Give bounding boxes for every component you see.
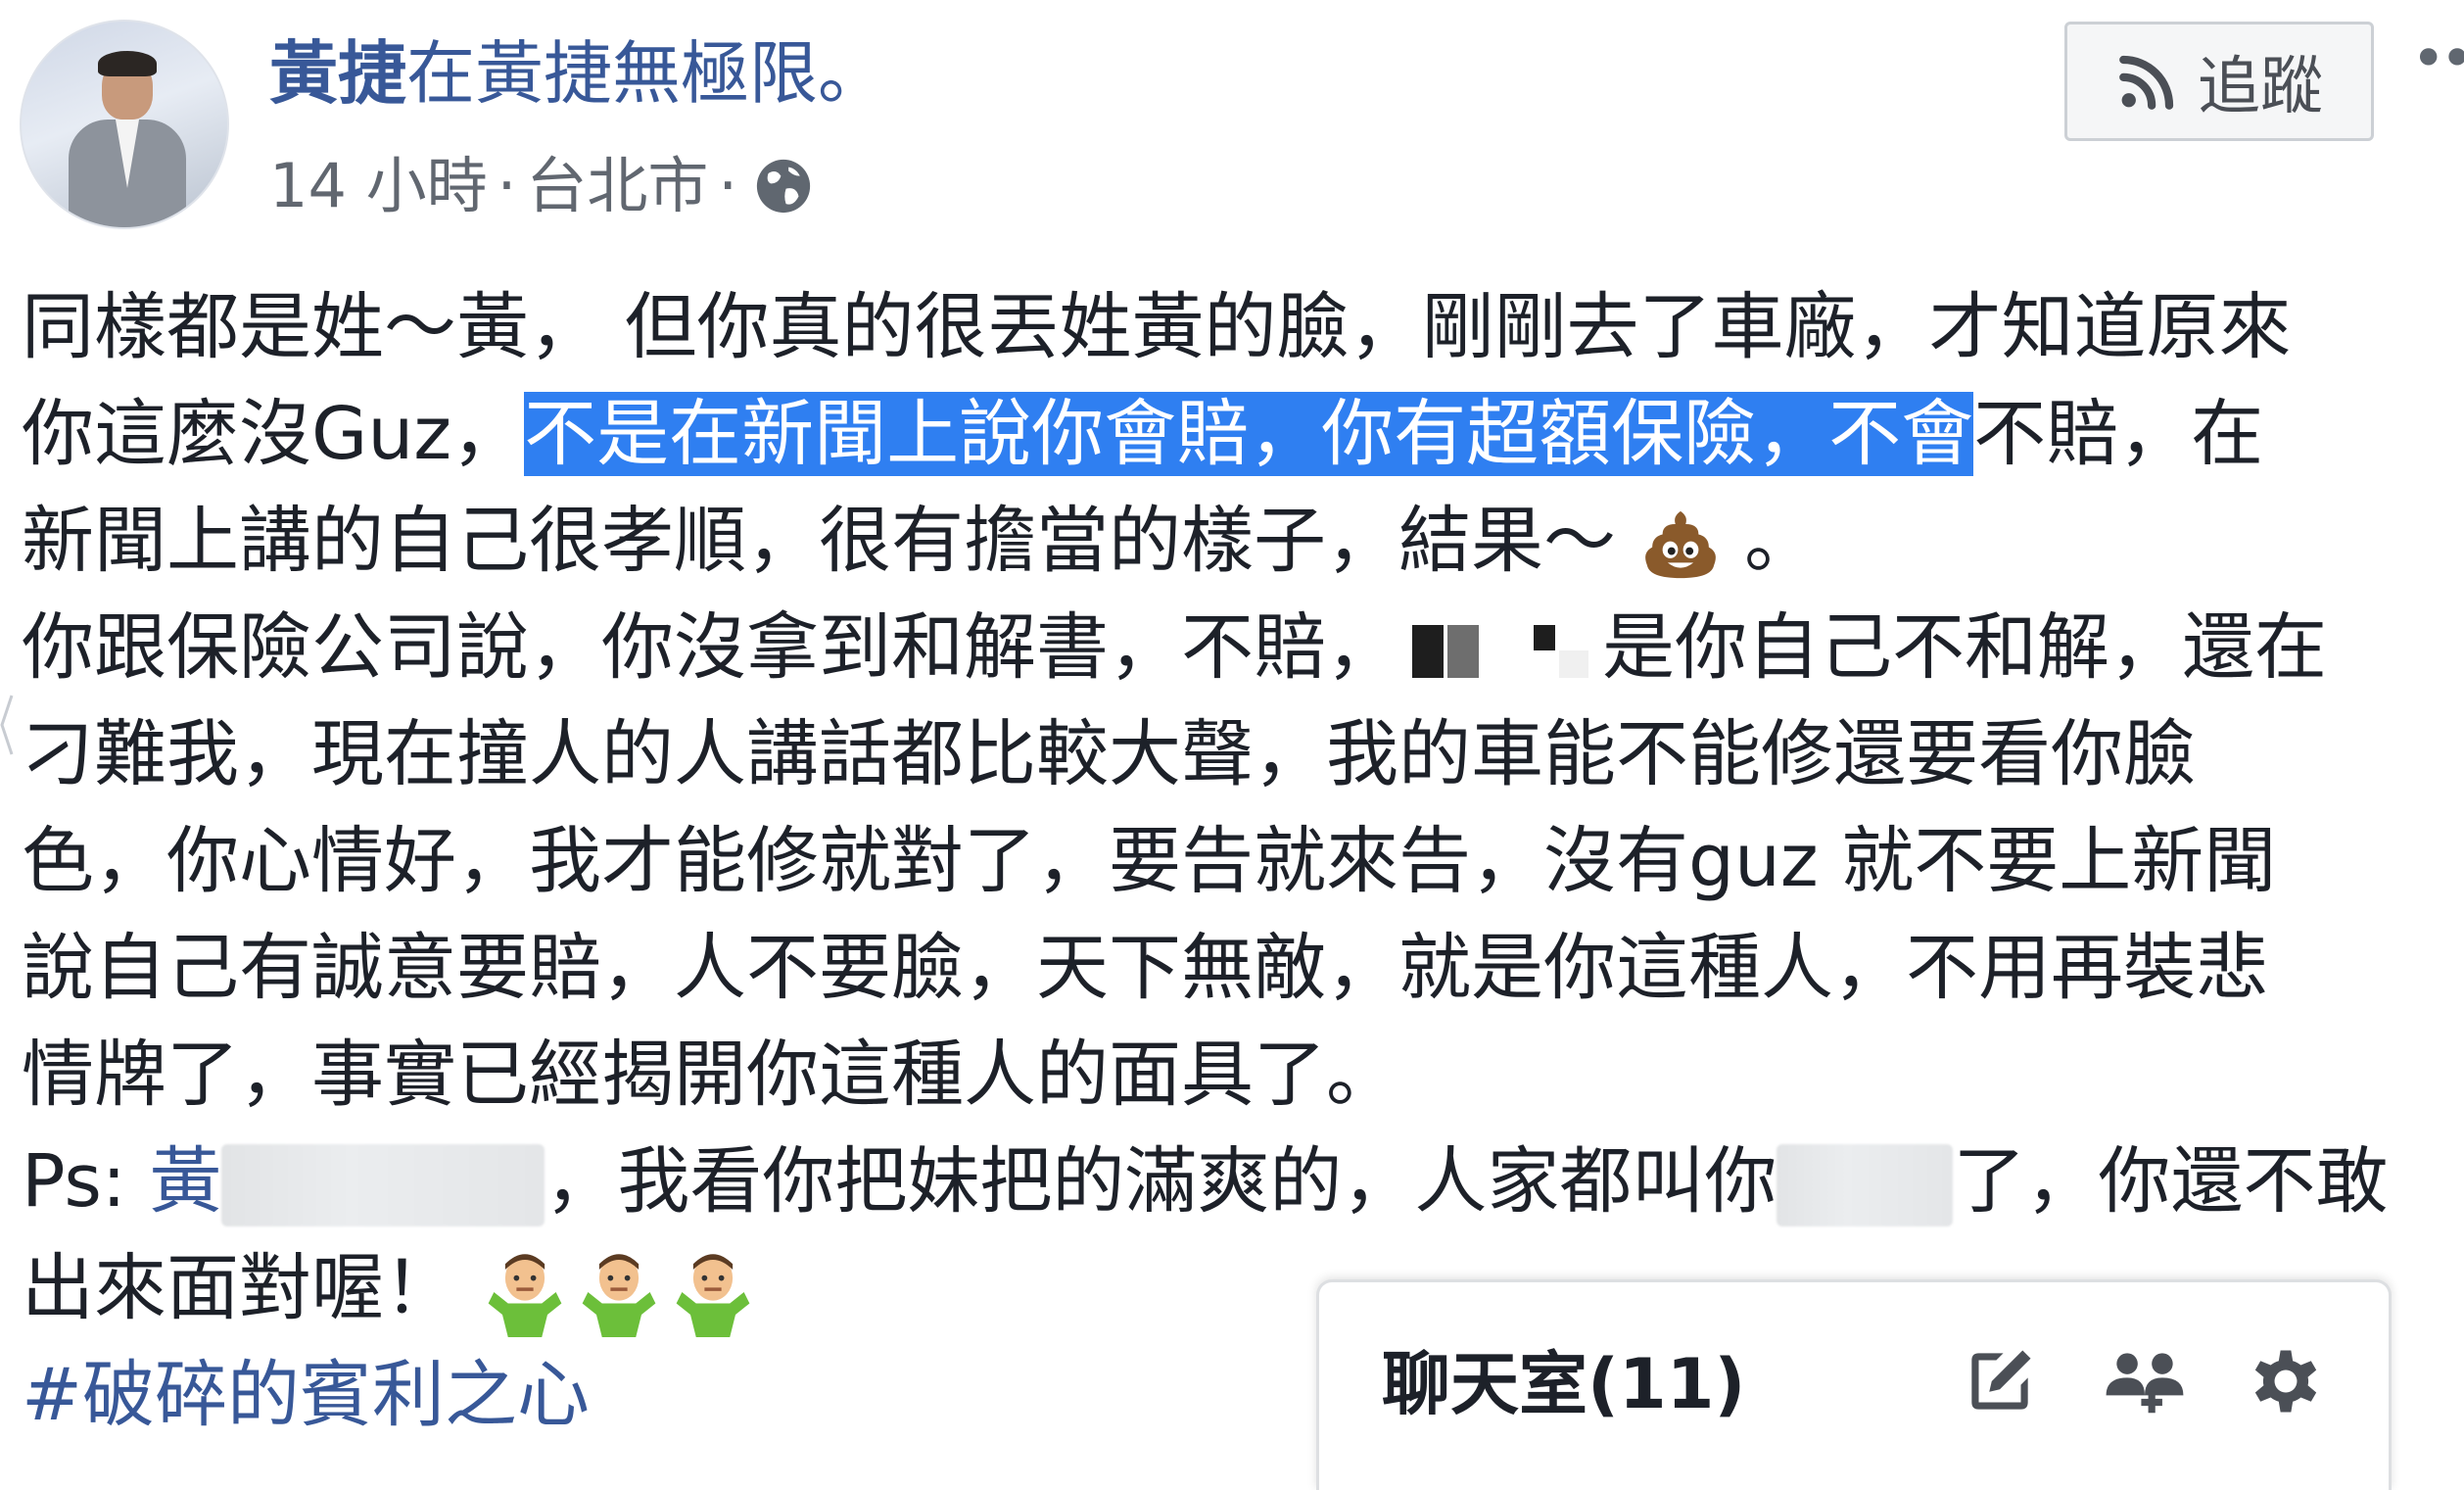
post-text: 你跟保險公司說，你沒拿到和解書，不賠，: [22, 605, 1398, 690]
post-text: 你這麼沒Guz，: [22, 392, 525, 476]
new-group-icon[interactable]: [2103, 1339, 2187, 1423]
post-line: Ps: 黃 ，我看你把妹把的滿爽的，人家都叫你 了，你還不敢: [22, 1129, 2464, 1235]
post-meta: 14 小時 · 台北市 ·: [269, 147, 814, 225]
post-text: 刁難我，現在撞人的人講話都比較大聲，我的車能不能修還要看你臉: [22, 712, 2196, 796]
post-line: 同樣都是姓～黃， 但你真的很丟姓黃的臉，剛剛去了車廠，才知道原來: [22, 274, 2464, 381]
post-line: 刁難我，現在撞人的人講話都比較大聲，我的車能不能修還要看你臉: [22, 701, 2464, 808]
globe-icon[interactable]: [753, 156, 814, 216]
author-at-text: 在: [406, 33, 475, 114]
post-text: 是你自己不和解，還在: [1602, 605, 2327, 690]
more-icon[interactable]: •••: [2411, 39, 2464, 78]
chat-title[interactable]: 聊天室(11): [1382, 1329, 1745, 1428]
post-text: 了，你還不敢: [1953, 1139, 2389, 1224]
page-name-link[interactable]: 黃捷無極限: [475, 33, 818, 114]
chat-bar[interactable]: 聊天室(11): [1316, 1279, 2392, 1490]
post-location[interactable]: 台北市: [526, 147, 708, 225]
author-avatar[interactable]: [20, 20, 229, 229]
header-period: 。: [818, 33, 886, 114]
post-text: 出來面對喔！: [22, 1246, 456, 1330]
post-text: Ps:: [22, 1139, 150, 1224]
post-text: 情牌了，事實已經揭開你這種人的面具了。: [22, 1033, 1398, 1117]
gear-icon[interactable]: [2244, 1339, 2328, 1423]
post-text: ，我看你把妹把的滿爽的，人家都叫你: [545, 1139, 1777, 1224]
post-line: 你這麼沒Guz，不是在新聞上說你會賠，你有超額保險，不會不賠，在: [22, 381, 2464, 488]
mention-link[interactable]: 黃: [149, 1139, 221, 1224]
rss-icon: [2119, 55, 2174, 110]
follow-button[interactable]: 追蹤: [2064, 22, 2374, 141]
meta-separator-2: ·: [718, 150, 738, 221]
left-caret-icon: [0, 695, 14, 755]
post-text: 色，你心情好，我才能修就對了，要告就來告，沒有guz 就不要上新聞: [22, 819, 2277, 903]
man-shrugging-emoji-icon: [582, 1254, 655, 1338]
blurred-nickname: [1777, 1144, 1954, 1227]
post-line: 情牌了，事實已經揭開你這種人的面具了。: [22, 1022, 2464, 1129]
blurred-name: [221, 1144, 545, 1227]
selected-text: 不是在新聞上說你會賠，你有超額保險，不會: [524, 392, 1974, 476]
hashtag-link[interactable]: #破碎的賓利之心: [22, 1353, 590, 1437]
post-line: 新聞上講的自己很孝順，很有擔當的樣子，結果～ 。: [22, 488, 2464, 595]
censored-name-mosaic: [1412, 625, 1588, 679]
post-text: 新聞上講的自己很孝順，很有擔當的樣子，結果～: [22, 499, 1616, 583]
post-text: 不賠，在: [1973, 392, 2264, 476]
compose-icon[interactable]: [1958, 1339, 2042, 1423]
post-timestamp[interactable]: 14 小時: [269, 147, 488, 225]
author-name-link[interactable]: 黃捷: [269, 33, 406, 114]
meta-separator: ·: [497, 150, 517, 221]
man-shrugging-emoji-icon: [488, 1254, 561, 1338]
post-text: 。: [1744, 499, 1818, 583]
follow-label: 追蹤: [2198, 51, 2323, 123]
poop-emoji-icon: [1644, 511, 1716, 579]
post-line: 你跟保險公司說，你沒拿到和解書，不賠， 是你自己不和解，還在: [22, 595, 2464, 701]
post-header-title: 黃捷在黃捷無極限。: [269, 29, 886, 118]
post-text: 說自己有誠意要賠，人不要臉，天下無敵，就是你這種人，不用再裝悲: [22, 926, 2268, 1010]
post-line: 色，你心情好，我才能修就對了，要告就來告，沒有guz 就不要上新聞: [22, 808, 2464, 915]
post-line: 說自己有誠意要賠，人不要臉，天下無敵，就是你這種人，不用再裝悲: [22, 915, 2464, 1022]
post-text: 同樣都是姓～黃， 但你真的很丟姓黃的臉，剛剛去了車廠，才知道原來: [22, 285, 2292, 369]
man-shrugging-emoji-icon: [676, 1254, 749, 1338]
post-body: 同樣都是姓～黃， 但你真的很丟姓黃的臉，剛剛去了車廠，才知道原來 你這麼沒Guz…: [22, 274, 2464, 1449]
